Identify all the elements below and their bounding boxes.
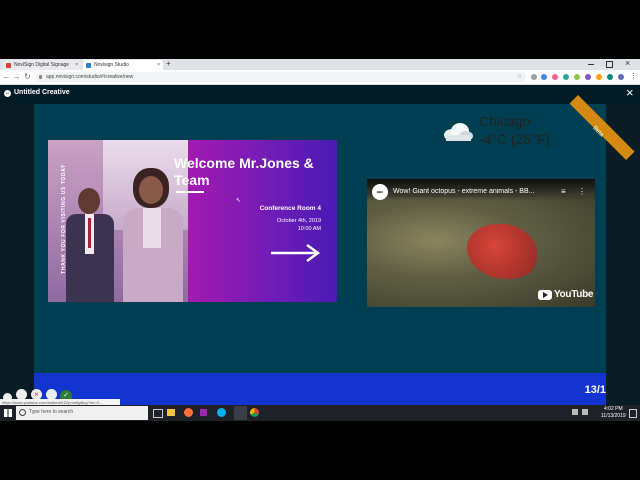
lock-icon [39, 75, 42, 79]
weather-temperature: -4°C (25°F) [479, 131, 551, 147]
extension-icon[interactable] [552, 74, 558, 80]
right-arrow-icon [271, 243, 321, 263]
app-icon[interactable] [200, 409, 207, 416]
tab-label: Novisign Studio [94, 62, 129, 68]
chrome-icon[interactable] [250, 408, 259, 417]
taskbar-date[interactable]: 11/13/2019 [601, 413, 626, 419]
extension-icon[interactable] [574, 74, 580, 80]
task-view-icon[interactable] [153, 409, 163, 418]
extension-icon[interactable] [607, 74, 613, 80]
forward-arrow-icon[interactable]: → [12, 72, 21, 82]
close-tab-icon[interactable]: × [75, 60, 78, 70]
extension-icon[interactable] [585, 74, 591, 80]
browser-toolbar: ← → ↻ app.novisign.com/studio/#/creative… [0, 70, 640, 85]
search-placeholder: Type here to search [29, 409, 74, 415]
vertical-thanks-text: THANK YOU FOR VISITING US TODAY [61, 164, 67, 274]
network-icon[interactable] [572, 409, 578, 415]
youtube-brand-text: YouTube [554, 289, 594, 300]
app-icon[interactable] [234, 406, 247, 420]
profile-avatar[interactable] [618, 74, 624, 80]
meeting-room: Conference Room 4 [259, 205, 321, 212]
extension-icon[interactable] [563, 74, 569, 80]
back-arrow-icon[interactable]: ← [2, 72, 11, 82]
tab-label: NoviSign Digital Signage [14, 62, 70, 68]
extension-icon[interactable] [541, 74, 547, 80]
bottom-black-area [0, 421, 640, 480]
volume-icon[interactable] [582, 409, 588, 415]
video-title[interactable]: Wow! Giant octopus - extreme animals - B… [393, 188, 558, 195]
meeting-date: October 4th, 2019 [276, 218, 321, 224]
firefox-icon[interactable] [184, 408, 193, 417]
skype-icon[interactable] [217, 408, 226, 417]
novisign-favicon-icon [6, 63, 11, 68]
tab-novisign-digital-signage[interactable]: NoviSign Digital Signage × [3, 60, 81, 70]
playlist-icon[interactable]: ≡ [561, 187, 566, 196]
taskbar-time[interactable]: 4:02 PM [604, 406, 623, 412]
novisign-favicon-icon [86, 63, 91, 68]
file-explorer-icon[interactable] [167, 409, 175, 416]
new-tab-button[interactable]: + [166, 59, 171, 69]
menu-dots-icon[interactable]: ⋮ [630, 72, 637, 80]
back-circle-icon[interactable]: ← [4, 90, 11, 97]
notifications-icon[interactable] [629, 409, 637, 418]
reload-icon[interactable]: ↻ [23, 72, 32, 82]
slide-counter: 13/1 [584, 384, 606, 396]
more-options-icon[interactable]: ⋮ [578, 187, 586, 196]
woman-figure [123, 168, 183, 302]
headline-underline [176, 191, 204, 193]
top-black-area [0, 0, 640, 59]
weather-city: Chicago [479, 113, 531, 129]
creative-title: Untitled Creative [14, 89, 70, 96]
channel-avatar[interactable]: BBC STUDIOS [372, 184, 388, 200]
mouse-cursor-icon: ↖ [236, 198, 242, 204]
address-text: app.novisign.com/studio/#/creative/new [46, 74, 134, 80]
app-header: ← Untitled Creative [0, 85, 640, 104]
welcome-headline-line2: Team [174, 172, 210, 188]
youtube-video-embed[interactable]: BBC STUDIOS Wow! Giant octopus - extreme… [367, 179, 595, 307]
extension-icon[interactable] [531, 74, 537, 80]
taskbar-search-box[interactable]: Type here to search [16, 406, 148, 420]
browser-tab-bar: NoviSign Digital Signage × Novisign Stud… [0, 58, 640, 70]
channel-name: BBC STUDIOS [376, 190, 384, 194]
cloud-icon [444, 123, 473, 141]
extension-icon[interactable] [596, 74, 602, 80]
search-icon [19, 409, 26, 416]
welcome-photo: THANK YOU FOR VISITING US TODAY [48, 140, 188, 302]
welcome-card: Welcome Mr.Jones & Team Conference Room … [174, 140, 337, 302]
windows-taskbar: Type here to search 4:02 PM 11/13/2019 [0, 405, 640, 421]
meeting-time: 10:00 AM [297, 226, 321, 232]
welcome-headline-line1: Welcome Mr.Jones & [174, 155, 314, 171]
weather-widget: Chicago -4°C (25°F) [440, 110, 590, 150]
address-bar[interactable]: app.novisign.com/studio/#/creative/new ☆ [36, 72, 526, 82]
windows-start-icon[interactable] [4, 409, 12, 417]
play-triangle-icon [543, 292, 548, 298]
man-figure [64, 188, 116, 302]
maximize-window-icon[interactable] [606, 61, 613, 68]
tab-novisign-studio[interactable]: Novisign Studio × [83, 60, 163, 70]
preview-stage-left-band [0, 104, 34, 405]
close-window-icon[interactable]: × [625, 58, 630, 68]
close-tab-icon[interactable]: × [157, 60, 160, 70]
minimize-window-icon[interactable] [588, 64, 594, 65]
close-preview-icon[interactable]: × [626, 85, 634, 101]
star-icon[interactable]: ☆ [517, 72, 522, 82]
